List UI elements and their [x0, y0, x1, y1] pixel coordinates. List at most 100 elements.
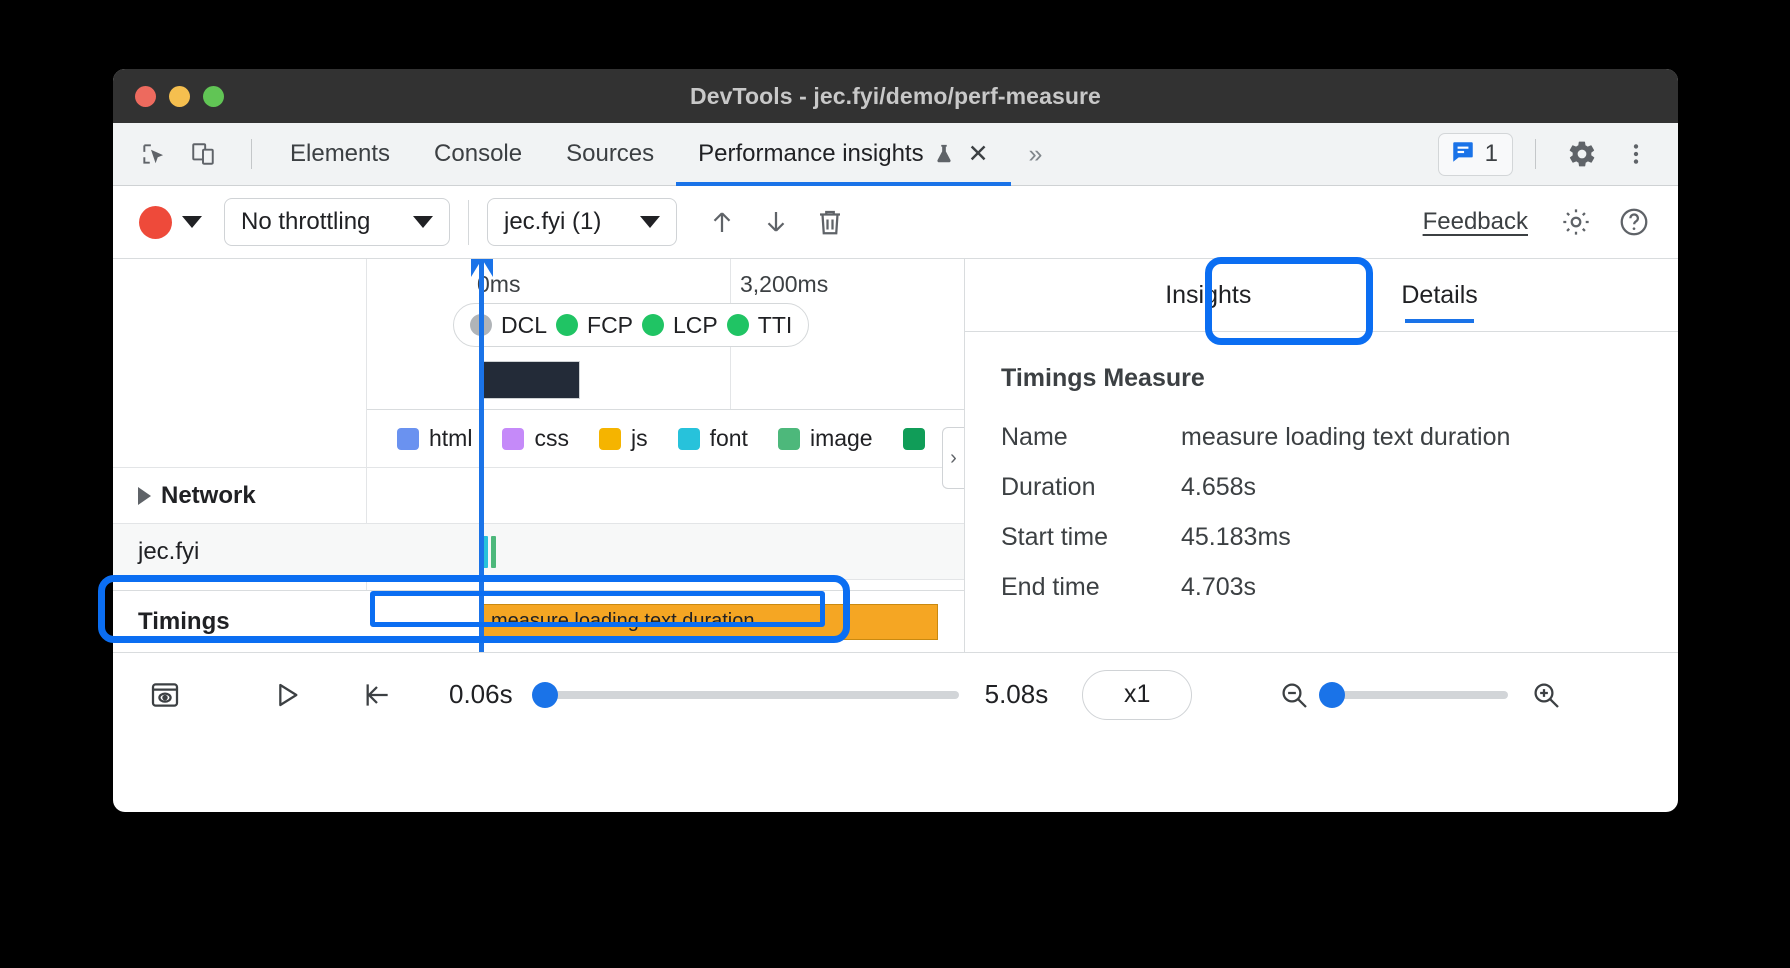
- issues-badge[interactable]: 1: [1438, 133, 1513, 176]
- more-tabs-icon[interactable]: »: [1011, 140, 1058, 169]
- details-row-duration: Duration 4.658s: [1001, 473, 1678, 502]
- details-row-start-time: Start time 45.183ms: [1001, 523, 1678, 552]
- clear-trash-icon[interactable]: [803, 197, 857, 247]
- range-end-label: 5.08s: [985, 679, 1049, 710]
- performance-toolbar: No throttling jec.fyi (1) Feedback: [113, 186, 1678, 259]
- legend-item-html: html: [397, 425, 472, 452]
- details-row-end-time: End time 4.703s: [1001, 573, 1678, 602]
- details-key-duration: Duration: [1001, 473, 1181, 502]
- tabstrip-divider: [251, 139, 252, 169]
- close-tab-icon[interactable]: ✕: [968, 139, 989, 169]
- inspect-element-icon[interactable]: [135, 136, 171, 172]
- legend-item-css: css: [502, 425, 569, 452]
- tab-details-label: Details: [1401, 281, 1477, 310]
- tabstrip-right-controls: 1: [1438, 123, 1660, 185]
- help-icon[interactable]: [1610, 198, 1658, 246]
- legend-item-image: image: [778, 425, 873, 452]
- dcl-marker-label: DCL: [501, 312, 547, 339]
- experiment-flask-icon: [933, 142, 955, 166]
- panel-tabs: Elements Console Sources Performance ins…: [268, 123, 1057, 185]
- window-titlebar: DevTools - jec.fyi/demo/perf-measure: [113, 69, 1678, 123]
- legend-label-js: js: [631, 425, 648, 452]
- play-icon[interactable]: [259, 669, 315, 721]
- tab-performance-insights[interactable]: Performance insights ✕: [676, 123, 1010, 185]
- toolbar-divider-1: [468, 200, 469, 245]
- window-title: DevTools - jec.fyi/demo/perf-measure: [113, 83, 1678, 110]
- time-range-slider-knob[interactable]: [532, 682, 558, 708]
- details-list: Name measure loading text duration Durat…: [965, 393, 1678, 623]
- tti-marker-dot-icon: [727, 314, 749, 336]
- range-start-label: 0.06s: [449, 679, 513, 710]
- playback-speed-button[interactable]: x1: [1082, 670, 1192, 720]
- devtools-tabstrip: Elements Console Sources Performance ins…: [113, 123, 1678, 186]
- legend-swatch-image: [778, 428, 800, 450]
- record-button[interactable]: [139, 206, 172, 239]
- legend-item-font: font: [678, 425, 748, 452]
- timings-measure-bar[interactable]: measure loading text duration: [483, 604, 938, 640]
- details-title: Timings Measure: [965, 332, 1678, 393]
- toolbar-right-controls: Feedback: [1423, 186, 1658, 258]
- legend-swatch-html: [397, 428, 419, 450]
- timeline-playhead[interactable]: [479, 259, 484, 652]
- tab-console-label: Console: [434, 140, 522, 168]
- device-toolbar-icon[interactable]: [185, 136, 221, 172]
- track-name-network: Network: [113, 482, 366, 510]
- details-value-name: measure loading text duration: [1181, 423, 1510, 452]
- zoom-slider[interactable]: [1328, 691, 1508, 699]
- chevron-down-icon-2: [640, 216, 660, 228]
- playback-speed-label: x1: [1124, 680, 1150, 709]
- tab-sources[interactable]: Sources: [544, 123, 676, 185]
- timings-measure-label: measure loading text duration: [491, 610, 755, 633]
- filmstrip-screenshot[interactable]: [480, 361, 580, 399]
- record-controls: [139, 206, 202, 239]
- tab-elements[interactable]: Elements: [268, 123, 412, 185]
- zoom-out-icon[interactable]: [1266, 669, 1322, 721]
- upload-profile-icon[interactable]: [695, 197, 749, 247]
- legend-label-font: font: [710, 425, 748, 452]
- legend-swatch-other: [903, 428, 925, 450]
- throttling-select[interactable]: No throttling: [224, 198, 450, 246]
- legend-swatch-css: [502, 428, 524, 450]
- devtools-window: DevTools - jec.fyi/demo/perf-measure: [113, 69, 1678, 812]
- tab-performance-insights-label: Performance insights: [698, 140, 923, 168]
- legend-label-css: css: [534, 425, 569, 452]
- download-profile-icon[interactable]: [749, 197, 803, 247]
- issues-count: 1: [1485, 140, 1498, 168]
- network-bar-jec-fyi-2[interactable]: [491, 536, 496, 568]
- issues-icon: [1450, 139, 1476, 170]
- feedback-link[interactable]: Feedback: [1423, 208, 1528, 236]
- jump-to-start-icon[interactable]: [349, 669, 405, 721]
- ruler-label-1: 3,200ms: [740, 271, 828, 298]
- zoom-in-icon[interactable]: [1518, 669, 1574, 721]
- tab-details[interactable]: Details: [1401, 259, 1477, 331]
- main-content: 0ms 3,200ms DCL FCP LCP TTI html: [113, 259, 1678, 652]
- filmstrip-toggle-icon[interactable]: [137, 669, 193, 721]
- expand-triangle-icon[interactable]: [138, 487, 151, 505]
- zoom-slider-knob[interactable]: [1319, 682, 1345, 708]
- tti-marker-label: TTI: [758, 312, 793, 339]
- capture-settings-gear-icon[interactable]: [1552, 198, 1600, 246]
- details-row-name: Name measure loading text duration: [1001, 423, 1678, 452]
- timeline-markers[interactable]: DCL FCP LCP TTI: [453, 303, 809, 347]
- settings-gear-icon[interactable]: [1558, 130, 1606, 178]
- lcp-marker-label: LCP: [673, 312, 718, 339]
- details-key-name: Name: [1001, 423, 1181, 452]
- tabstrip-right-divider: [1535, 139, 1536, 169]
- legend-swatch-js: [599, 428, 621, 450]
- track-row-jec-fyi[interactable]: jec.fyi: [113, 523, 964, 579]
- tab-console[interactable]: Console: [412, 123, 544, 185]
- tab-insights[interactable]: Insights: [1165, 259, 1251, 331]
- sidebar-expander-icon[interactable]: ›: [942, 427, 964, 489]
- legend-label-image: image: [810, 425, 873, 452]
- more-options-icon[interactable]: [1612, 130, 1660, 178]
- time-range-slider[interactable]: [539, 691, 959, 699]
- track-row-timings[interactable]: Timings measure loading text duration: [113, 590, 964, 652]
- page-select[interactable]: jec.fyi (1): [487, 198, 677, 246]
- legend-swatch-font: [678, 428, 700, 450]
- timeline-pane[interactable]: 0ms 3,200ms DCL FCP LCP TTI html: [113, 259, 965, 652]
- record-dropdown-caret-icon[interactable]: [182, 216, 202, 228]
- details-key-end-time: End time: [1001, 573, 1181, 602]
- tab-insights-label: Insights: [1165, 281, 1251, 310]
- track-row-network[interactable]: Network: [113, 467, 964, 523]
- track-label-timings: Timings: [113, 608, 366, 636]
